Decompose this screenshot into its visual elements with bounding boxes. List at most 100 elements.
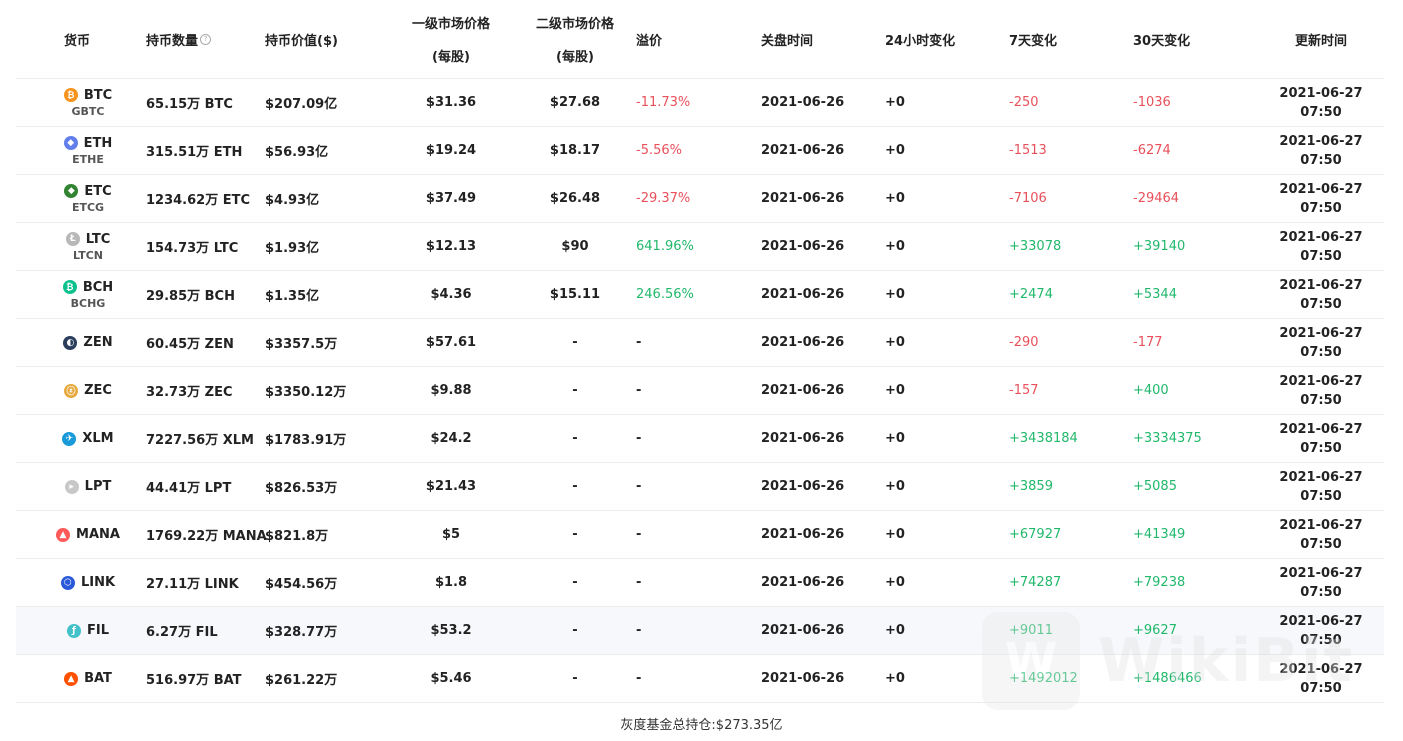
secondary-price-cell: $27.68 (549, 95, 601, 110)
coin-cell[interactable]: Ł LTC LTCN (46, 223, 130, 270)
header-change-30d[interactable]: 30天变化 (1133, 0, 1190, 78)
coin-cell[interactable]: ◆ ETC ETCG (46, 175, 130, 222)
coin-cell[interactable]: ⓩ ZEC (46, 367, 130, 414)
primary-price-cell: $1.8 (434, 575, 468, 590)
update-date: 2021-06-27 (1279, 85, 1363, 101)
update-date: 2021-06-27 (1279, 421, 1363, 437)
ethereum-classic-icon: ◆ (64, 184, 79, 198)
table-row[interactable]: ⓩ ZEC 32.73万 ZEC $3350.12万 $9.88 - - 2021-06-26… (16, 367, 1384, 415)
coin-symbol: BCH (82, 279, 114, 295)
coin-cell[interactable]: ▸ LPT (46, 463, 130, 510)
table-row[interactable]: ⬡ LINK 27.11万 LINK $454.56万 $1.8 - - 2021-06-26… (16, 559, 1384, 607)
header-update-time[interactable]: 更新时间 (1266, 0, 1376, 78)
horizen-icon: ◐ (63, 335, 78, 350)
coin-cell[interactable]: ◆ ETH ETHE (46, 127, 130, 174)
update-time-cell: 2021-06-27 07:50 (1266, 559, 1376, 606)
table-row[interactable]: ✈ XLM 7227.56万 XLM $1783.91万 $24.2 - - 2021-06-… (16, 415, 1384, 463)
header-change-7d[interactable]: 7天变化 (1009, 0, 1057, 78)
table-row[interactable]: ◐ ZEN 60.45万 ZEN $3357.5万 $57.61 - - 2021-06-26… (16, 319, 1384, 367)
table-row[interactable]: ₿ BTC GBTC 65.15万 BTC $207.09亿 $31.36 $27.68 -1… (16, 79, 1384, 127)
header-premium[interactable]: 溢价 (636, 0, 662, 78)
close-time-cell: 2021-06-26 (761, 575, 845, 590)
primary-price-cell: $57.61 (425, 335, 477, 350)
update-date: 2021-06-27 (1279, 133, 1363, 149)
secondary-price-cell: - (572, 671, 578, 686)
coin-name: ◆ ETC (64, 183, 112, 199)
stellar-icon: ✈ (62, 431, 77, 446)
table-row[interactable]: ▸ LPT 44.41万 LPT $826.53万 $21.43 - - 2021-06-26… (16, 463, 1384, 511)
close-time-cell: 2021-06-26 (761, 335, 845, 350)
secondary-price-cell: $15.11 (549, 287, 601, 302)
premium-cell: - (636, 671, 642, 686)
update-time-cell: 2021-06-27 07:50 (1266, 319, 1376, 366)
help-icon[interactable]: ? (200, 33, 212, 45)
coin-name: Ł LTC (65, 232, 110, 247)
header-close-time[interactable]: 关盘时间 (761, 0, 813, 78)
trust-ticker: ETCG (71, 200, 105, 214)
update-time-cell: 2021-06-27 07:50 (1266, 79, 1376, 126)
header-primary-price-line1: 一级市场价格 (411, 17, 490, 32)
update-clock: 07:50 (1300, 248, 1342, 264)
coin-name: ▲ BAT (64, 671, 112, 686)
change-24h-cell: +0 (885, 431, 905, 446)
primary-price-cell: $37.49 (425, 191, 477, 206)
coin-symbol: BAT (84, 671, 112, 686)
coin-name: ₿ BCH (62, 279, 114, 295)
premium-cell: - (636, 431, 642, 446)
header-primary-price[interactable]: 一级市场价格 (每股) (396, 0, 506, 78)
coin-cell[interactable]: ƒ FIL (46, 607, 130, 654)
holdings-cell: 44.41万 LPT (146, 481, 232, 496)
update-time-cell: 2021-06-27 07:50 (1266, 607, 1376, 654)
bitcoin-cash-icon: ₿ (62, 280, 77, 294)
coin-symbol: ZEN (83, 335, 113, 350)
value-cell: $1783.91万 (265, 433, 347, 448)
close-time-cell: 2021-06-26 (761, 191, 845, 206)
premium-cell: - (636, 527, 642, 542)
table-row[interactable]: ◆ ETH ETHE 315.51万 ETH $56.93亿 $19.24 $18.17 -5… (16, 127, 1384, 175)
header-value[interactable]: 持币价值($) (265, 0, 338, 78)
secondary-price-cell: - (572, 479, 578, 494)
secondary-price-cell: $18.17 (549, 143, 601, 158)
close-time-cell: 2021-06-26 (761, 671, 845, 686)
coin-cell[interactable]: ◐ ZEN (46, 319, 130, 366)
coin-cell[interactable]: ₿ BCH BCHG (46, 271, 130, 318)
update-time-cell: 2021-06-27 07:50 (1266, 175, 1376, 222)
table-row[interactable]: Ł LTC LTCN 154.73万 LTC $1.93亿 $12.13 $90 641.96… (16, 223, 1384, 271)
holdings-cell: 60.45万 ZEN (146, 337, 234, 352)
update-date: 2021-06-27 (1279, 613, 1363, 629)
change-30d-cell: -6274 (1133, 143, 1171, 158)
coin-cell[interactable]: ▲ MANA (46, 511, 130, 558)
ethereum-icon: ◆ (63, 136, 78, 150)
coin-cell[interactable]: ⬡ LINK (46, 559, 130, 606)
header-secondary-price[interactable]: 二级市场价格 (每股) (520, 0, 630, 78)
holdings-cell: 315.51万 ETH (146, 145, 243, 160)
holdings-cell: 6.27万 FIL (146, 625, 218, 640)
update-clock: 07:50 (1300, 488, 1342, 504)
change-30d-cell: +79238 (1133, 575, 1186, 590)
table-row[interactable]: ◆ ETC ETCG 1234.62万 ETC $4.93亿 $37.49 $26.48 -2… (16, 175, 1384, 223)
coin-cell[interactable]: ₿ BTC GBTC (46, 79, 130, 126)
header-coin[interactable]: 货币 (64, 0, 90, 78)
coin-name: ⓩ ZEC (64, 383, 112, 398)
coin-cell[interactable]: ✈ XLM (46, 415, 130, 462)
table-row[interactable]: ▲ BAT 516.97万 BAT $261.22万 $5.46 - - 2021-06-26… (16, 655, 1384, 703)
update-date: 2021-06-27 (1279, 277, 1363, 293)
coin-cell[interactable]: ▲ BAT (46, 655, 130, 702)
coin-symbol: BTC (83, 87, 113, 103)
coin-name: ▸ LPT (64, 479, 111, 494)
premium-cell: - (636, 479, 642, 494)
table-row[interactable]: ƒ FIL 6.27万 FIL $328.77万 $53.2 - - 2021-06-26 +0… (16, 607, 1384, 655)
table-row[interactable]: ₿ BCH BCHG 29.85万 BCH $1.35亿 $4.36 $15.11 246.5… (16, 271, 1384, 319)
table-row[interactable]: ▲ MANA 1769.22万 MANA $821.8万 $5 - - 2021-06-26 +… (16, 511, 1384, 559)
update-clock: 07:50 (1300, 392, 1342, 408)
change-7d-cell: +9011 (1009, 623, 1053, 638)
secondary-price-cell: - (572, 575, 578, 590)
update-clock: 07:50 (1300, 536, 1342, 552)
close-time-cell: 2021-06-26 (761, 431, 845, 446)
close-time-cell: 2021-06-26 (761, 287, 845, 302)
header-holdings[interactable]: 持币数量 ? (146, 0, 212, 78)
coin-symbol: ETC (84, 183, 112, 199)
value-cell: $328.77万 (265, 625, 338, 640)
update-clock: 07:50 (1300, 200, 1342, 216)
header-change-24h[interactable]: 24小时变化 (885, 0, 955, 78)
